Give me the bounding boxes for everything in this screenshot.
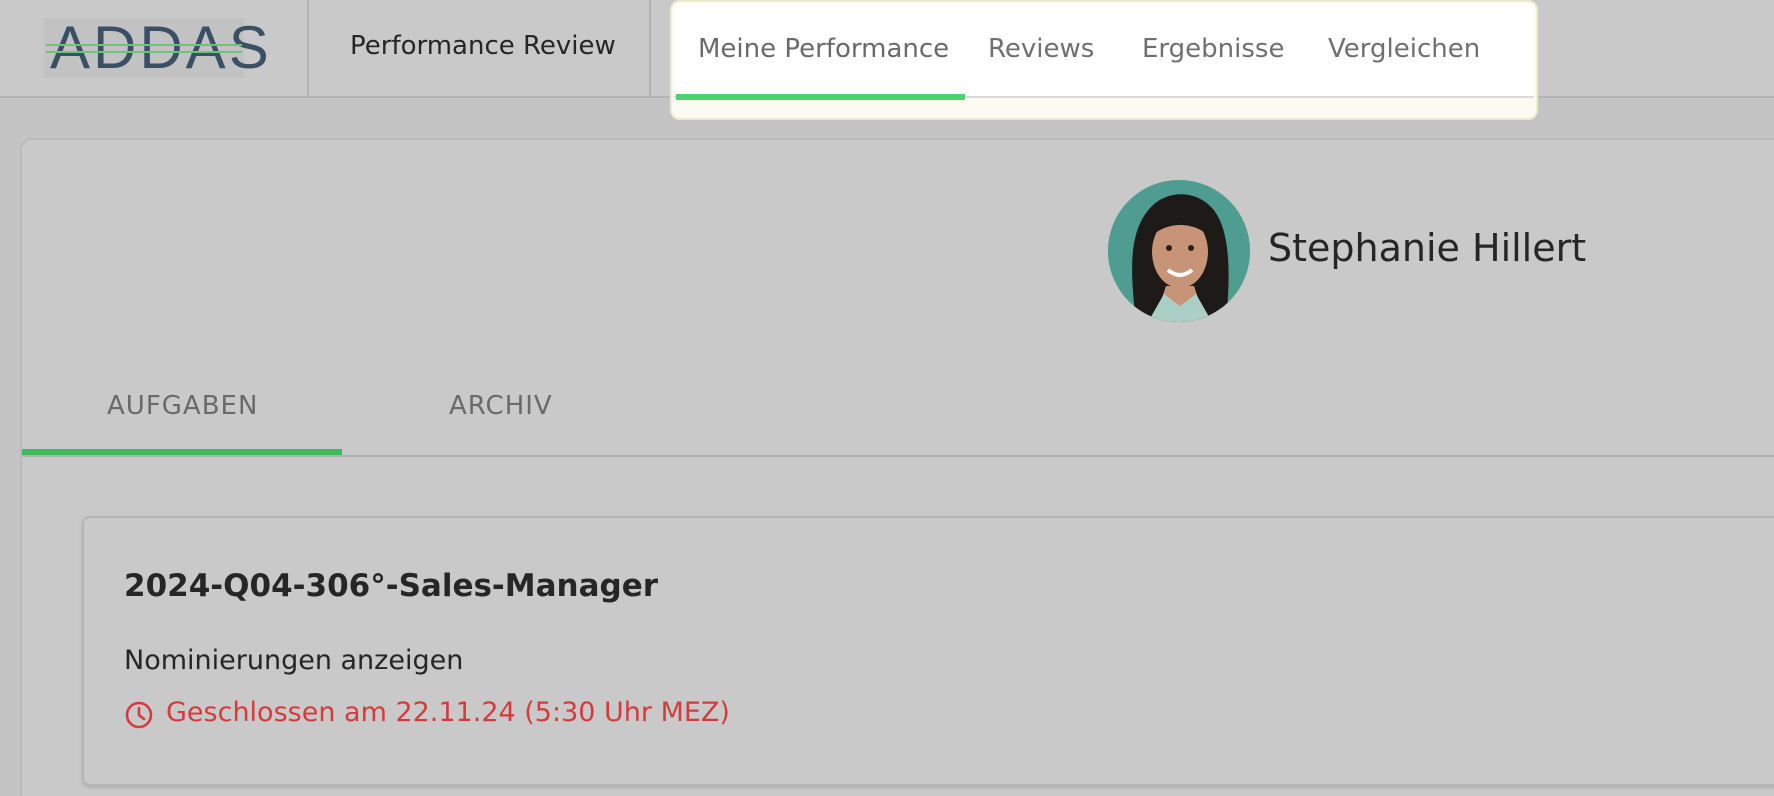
nav-active-indicator: [676, 94, 965, 100]
main-nav: Meine Performance Reviews Ergebnisse Ver…: [670, 0, 1538, 120]
avatar[interactable]: [1108, 180, 1250, 322]
avatar-photo: [1108, 180, 1250, 322]
app-title[interactable]: Performance Review: [350, 31, 616, 61]
tab-archiv[interactable]: ARCHIV: [449, 391, 553, 421]
logo-cell: ADDAS: [0, 0, 309, 96]
company-logo[interactable]: ADDAS: [44, 18, 269, 78]
clock-icon: [125, 701, 153, 729]
logo-stripe: [46, 51, 242, 53]
logo-text: ADDAS: [50, 14, 272, 81]
tabs-divider: [22, 455, 1774, 457]
nav-vergleichen[interactable]: Vergleichen: [1328, 34, 1480, 64]
main-nav-bar: Meine Performance Reviews Ergebnisse Ver…: [674, 4, 1534, 100]
user-name: Stephanie Hillert: [1268, 226, 1587, 270]
app-title-cell: Performance Review: [309, 0, 651, 96]
nav-reviews[interactable]: Reviews: [988, 34, 1094, 64]
show-nominations-link[interactable]: Nominierungen anzeigen: [124, 645, 463, 676]
tab-aufgaben[interactable]: AUFGABEN: [107, 391, 258, 421]
task-title[interactable]: 2024-Q04-306°-Sales-Manager: [124, 568, 658, 604]
nav-meine-performance[interactable]: Meine Performance: [698, 34, 949, 64]
nav-ergebnisse[interactable]: Ergebnisse: [1142, 34, 1284, 64]
task-status: Geschlossen am 22.11.24 (5:30 Uhr MEZ): [166, 697, 730, 728]
tab-active-indicator: [22, 449, 342, 455]
logo-stripe: [46, 44, 242, 46]
